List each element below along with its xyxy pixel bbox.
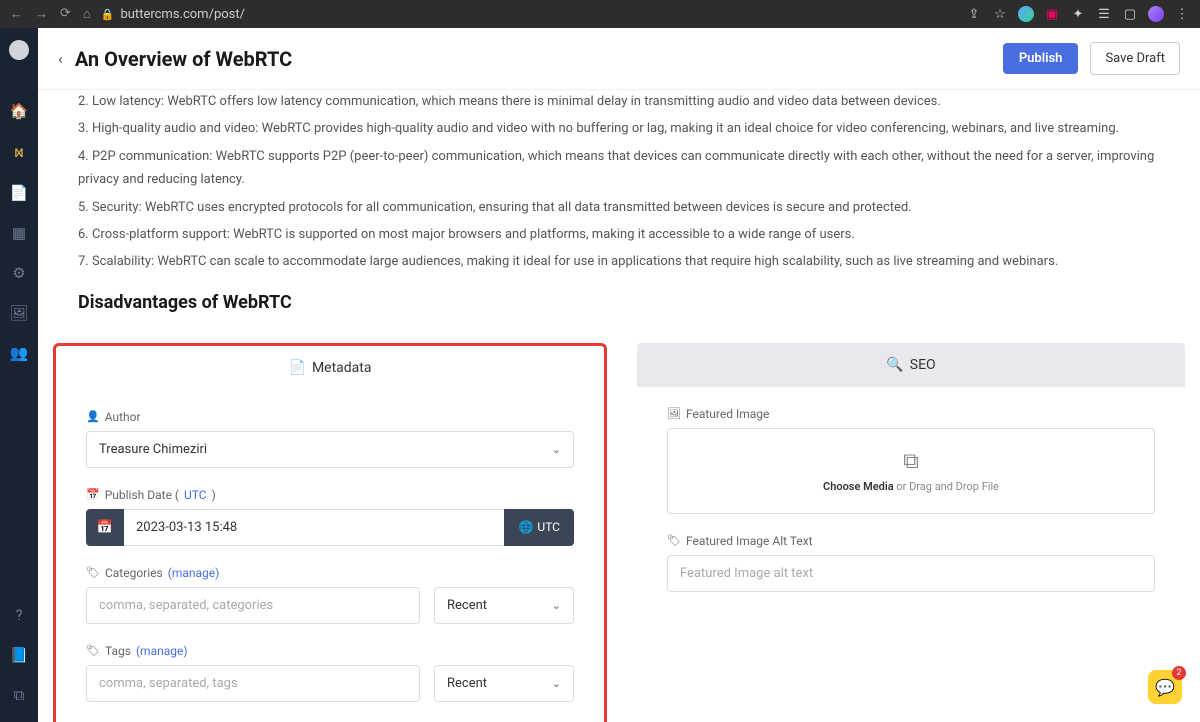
calendar-icon: 📅 — [86, 488, 100, 501]
content-line: 7. Scalability: WebRTC can scale to acco… — [78, 250, 1160, 273]
collections-nav-icon[interactable]: ▦ — [12, 224, 26, 242]
categories-manage-link[interactable]: (manage) — [168, 566, 220, 580]
forward-icon[interactable]: → — [35, 6, 48, 22]
panel-icon[interactable]: ▢ — [1122, 6, 1138, 22]
tab-metadata[interactable]: 📄 Metadata — [56, 346, 604, 390]
reading-list-icon[interactable]: ☰ — [1096, 6, 1112, 22]
author-value: Treasure Chimeziri — [99, 442, 207, 457]
author-select[interactable]: Treasure Chimeziri ⌄ — [86, 431, 574, 468]
content-line: 3. High-quality audio and video: WebRTC … — [78, 117, 1160, 140]
tags-label: Tags — [105, 644, 131, 658]
tags-input-wrap[interactable] — [86, 665, 420, 702]
save-draft-button[interactable]: Save Draft — [1090, 42, 1180, 75]
components-nav-icon[interactable]: ⚙ — [12, 264, 25, 282]
file-icon: 📄 — [289, 360, 306, 376]
utc-link[interactable]: UTC — [184, 488, 207, 502]
chat-badge: 2 — [1172, 666, 1186, 680]
users-nav-icon[interactable]: 👥 — [10, 344, 29, 362]
categories-input-wrap[interactable] — [86, 587, 420, 624]
profile-avatar-icon[interactable] — [1148, 6, 1164, 22]
featured-image-label: Featured Image — [686, 407, 769, 421]
tab-seo-label: SEO — [910, 357, 936, 373]
chevron-down-icon: ⌄ — [552, 599, 561, 612]
alt-text-input-wrap[interactable] — [667, 555, 1155, 592]
more-icon[interactable]: ⋮ — [1174, 6, 1190, 22]
choose-media-link[interactable]: Choose Media — [823, 480, 894, 493]
page-title: An Overview of WebRTC — [75, 47, 991, 71]
content-line: 2. Low latency: WebRTC offers low latenc… — [78, 90, 1160, 113]
extension-b-icon[interactable]: ▣ — [1044, 6, 1060, 22]
editor-content[interactable]: 2. Low latency: WebRTC offers low latenc… — [38, 90, 1200, 323]
back-arrow-icon[interactable]: ‹ — [58, 49, 63, 68]
butter-nav-icon[interactable]: ⳮ — [14, 142, 24, 162]
lock-icon: 🔒 — [101, 8, 115, 21]
tab-metadata-label: Metadata — [312, 360, 372, 376]
docs-nav-icon[interactable]: 📘 — [10, 646, 29, 664]
page-header: ‹ An Overview of WebRTC Publish Save Dra… — [38, 28, 1200, 90]
app-sidebar: 🏠 ⳮ 📄 ▦ ⚙ 🖼 👥 ? 📘 ⧉ — [0, 28, 38, 722]
extension-a-icon[interactable] — [1018, 6, 1034, 22]
chevron-down-icon: ⌄ — [552, 677, 561, 690]
content-heading: Disadvantages of WebRTC — [78, 292, 1160, 313]
stack-nav-icon[interactable]: ⧉ — [14, 686, 25, 704]
globe-icon: 🌐 — [518, 520, 533, 534]
extensions-icon[interactable]: ✦ — [1070, 6, 1086, 22]
publish-date-label-prefix: Publish Date ( — [105, 488, 179, 502]
chat-widget[interactable]: 💬 2 — [1148, 670, 1182, 704]
content-line: 6. Cross-platform support: WebRTC is sup… — [78, 223, 1160, 246]
share-icon[interactable]: ⇪ — [966, 6, 982, 22]
alt-text-input[interactable] — [680, 566, 1142, 581]
browser-bar: ← → ⟳ ⌂ 🔒 buttercms.com/post/ ⇪ ☆ ▣ ✦ ☰ … — [0, 0, 1200, 28]
tag-icon: 🏷 — [667, 534, 681, 547]
author-label: Author — [105, 410, 141, 424]
user-icon: 👤 — [86, 410, 100, 423]
url-text[interactable]: buttercms.com/post/ — [120, 7, 245, 22]
utc-button[interactable]: 🌐UTC — [504, 509, 574, 546]
tag-icon: 🏷 — [86, 644, 100, 657]
date-picker-button[interactable]: 📅 — [86, 509, 124, 546]
categories-label: Categories — [105, 566, 163, 580]
publish-date-label-suffix: ) — [212, 488, 216, 502]
help-nav-icon[interactable]: ? — [15, 606, 22, 624]
tag-icon: 🏷 — [86, 566, 100, 579]
stack-icon: ⧉ — [903, 449, 919, 474]
home-nav-icon[interactable]: 🏠 — [10, 102, 29, 120]
star-icon[interactable]: ☆ — [992, 6, 1008, 22]
pages-nav-icon[interactable]: 📄 — [10, 184, 29, 202]
chevron-down-icon: ⌄ — [552, 443, 561, 456]
drag-drop-text: or Drag and Drop File — [894, 480, 999, 493]
home-icon[interactable]: ⌂ — [83, 6, 91, 22]
categories-input[interactable] — [99, 598, 407, 613]
main-area: ‹ An Overview of WebRTC Publish Save Dra… — [38, 28, 1200, 722]
tags-input[interactable] — [99, 676, 407, 691]
reload-icon[interactable]: ⟳ — [60, 6, 71, 22]
publish-date-input[interactable]: 2023-03-13 15:48 — [124, 509, 504, 546]
alt-text-label: Featured Image Alt Text — [686, 534, 813, 548]
seo-panel: 🔍 SEO 🖼 Featured Image ⧉ Choose Media or … — [637, 343, 1185, 722]
media-nav-icon[interactable]: 🖼 — [9, 304, 28, 322]
tabs-row: 📄 Metadata 👤Author Treasure Chimeziri ⌄ … — [53, 343, 1185, 722]
metadata-panel: 📄 Metadata 👤Author Treasure Chimeziri ⌄ … — [53, 343, 607, 722]
chat-icon: 💬 — [1155, 678, 1175, 697]
tags-manage-link[interactable]: (manage) — [136, 644, 188, 658]
user-avatar[interactable] — [9, 40, 29, 60]
publish-button[interactable]: Publish — [1003, 43, 1079, 74]
back-icon[interactable]: ← — [10, 6, 23, 22]
content-line: 4. P2P communication: WebRTC supports P2… — [78, 145, 1160, 192]
search-icon: 🔍 — [886, 357, 903, 373]
categories-recent-select[interactable]: Recent⌄ — [434, 587, 574, 624]
content-line: 5. Security: WebRTC uses encrypted proto… — [78, 196, 1160, 219]
tags-recent-select[interactable]: Recent⌄ — [434, 665, 574, 702]
featured-image-dropzone[interactable]: ⧉ Choose Media or Drag and Drop File — [667, 428, 1155, 514]
image-icon: 🖼 — [667, 407, 681, 420]
tab-seo[interactable]: 🔍 SEO — [637, 343, 1185, 387]
